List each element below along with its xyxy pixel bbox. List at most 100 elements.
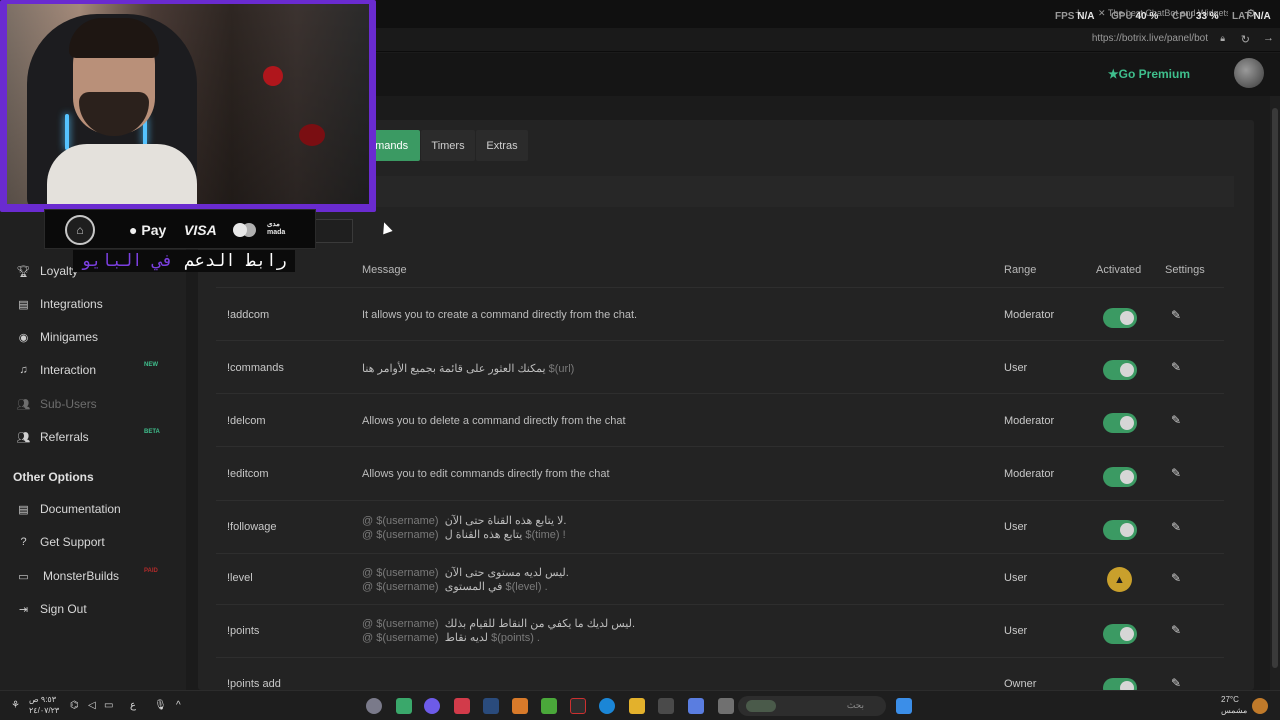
webcam-video (7, 4, 369, 204)
table-row: !points add Owner ✎ (216, 658, 1224, 690)
command-name: !points add (227, 678, 281, 690)
edit-icon[interactable]: ✎ (1171, 466, 1181, 480)
sidebar-item-referrals[interactable]: 👥︎ Referrals (17, 430, 89, 444)
search-highlight-icon (746, 700, 776, 712)
star-icon: ★ (1107, 67, 1119, 81)
gpu-readout: GPU 40 % (1111, 11, 1159, 22)
sidebar-item-sign-out[interactable]: ⇥ Sign Out (17, 602, 87, 616)
scrollbar[interactable] (1270, 96, 1280, 690)
users-icon: 👥︎ (16, 398, 31, 411)
go-premium-button[interactable]: ★Go Premium (1108, 67, 1190, 81)
command-name: !editcom (227, 468, 269, 480)
command-range: Moderator (1004, 468, 1055, 480)
edit-icon[interactable]: ✎ (1171, 623, 1181, 637)
start-icon[interactable] (896, 698, 912, 714)
visa-logo: VISA (184, 222, 217, 238)
command-message: Allows you to delete a command directly … (362, 415, 626, 427)
trophy-icon: 🏆︎ (16, 265, 31, 278)
close-icon[interactable]: ✕ (1098, 8, 1108, 18)
clock-date[interactable]: ٢٤/٠٧/٢٣ (29, 706, 59, 715)
command-range: User (1004, 625, 1028, 637)
microphone-icon[interactable]: 🎙︎ (154, 700, 167, 711)
rose-decoration (263, 66, 283, 86)
activated-toggle[interactable] (1103, 678, 1137, 690)
edge-icon[interactable] (599, 698, 615, 714)
sidebar-item-monsterbuilds[interactable]: ▭ MonsterBuilds (17, 569, 119, 583)
command-name: !commands (227, 362, 284, 374)
sidebar-item-interaction[interactable]: ♫ Interaction (17, 363, 96, 377)
rose-decoration (299, 124, 325, 146)
column-header-settings: Settings (1165, 264, 1205, 276)
discord-icon[interactable] (424, 698, 440, 714)
scrollbar-thumb[interactable] (1272, 108, 1278, 668)
activated-toggle[interactable] (1103, 520, 1137, 540)
task-view-icon[interactable] (718, 698, 734, 714)
integrations-icon: ▤ (18, 298, 29, 311)
music-icon: ♫ (19, 364, 28, 376)
edit-icon[interactable]: ✎ (1171, 360, 1181, 374)
sidebar-item-minigames[interactable]: ◉ Minigames (17, 330, 98, 344)
table-row: !points @ $(username) ليس لديك ما يكفي م… (216, 605, 1224, 658)
url-text[interactable]: https://botrix.live/panel/bot (1092, 33, 1208, 44)
activated-toggle[interactable] (1103, 360, 1137, 380)
activated-toggle[interactable] (1103, 308, 1137, 328)
donation-logo-icon: ⌂ (65, 215, 95, 245)
copilot-icon[interactable] (688, 698, 704, 714)
sidebar-item-integrations[interactable]: ▤ Integrations (17, 297, 102, 311)
streamer-hair (69, 18, 159, 58)
settings-app-icon[interactable] (366, 698, 382, 714)
tab-timers[interactable]: Timers (421, 130, 475, 161)
forward-icon[interactable]: → (1263, 32, 1274, 44)
language-icon[interactable]: ع (130, 700, 136, 711)
command-range: User (1004, 521, 1028, 533)
edit-icon[interactable]: ✎ (1171, 571, 1181, 585)
network-icon[interactable]: ⌬ (70, 700, 79, 711)
activated-toggle[interactable] (1103, 413, 1137, 433)
chevron-up-icon[interactable]: ^ (176, 700, 181, 711)
clock-time[interactable]: ٩:٥٣ ص (29, 695, 56, 704)
chair-light (65, 114, 69, 150)
activated-toggle[interactable] (1103, 624, 1137, 644)
reload-icon[interactable]: ↻ (1241, 33, 1250, 46)
edit-icon[interactable]: ✎ (1171, 676, 1181, 690)
edit-icon[interactable]: ✎ (1171, 308, 1181, 322)
sidebar-item-documentation[interactable]: ▤ Documentation (17, 502, 120, 516)
mastercard-icon (233, 223, 257, 237)
sign-out-icon: ⇥ (18, 603, 29, 616)
command-name: !delcom (227, 415, 266, 427)
help-icon: ? (20, 536, 27, 548)
beta-badge: BETA (144, 429, 160, 435)
command-name: !addcom (227, 309, 270, 321)
app-icon[interactable] (512, 698, 528, 714)
activated-toggle[interactable] (1103, 467, 1137, 487)
command-range: User (1004, 572, 1028, 584)
steam-icon[interactable] (483, 698, 499, 714)
app-icon[interactable] (396, 698, 412, 714)
taskbar-search-input[interactable]: بحث (738, 696, 886, 716)
laptop-icon: ▭ (18, 570, 29, 583)
store-icon[interactable] (658, 698, 674, 714)
warning-icon[interactable]: ▲ (1107, 567, 1132, 592)
lock-icon: 🔒︎ (1220, 33, 1225, 43)
column-header-range: Range (1004, 264, 1037, 276)
sidebar-item-sub-users[interactable]: 👥︎ Sub-Users (17, 397, 97, 411)
fps-readout: FPS N/A (1055, 11, 1095, 22)
volume-icon[interactable]: ◁ (88, 700, 96, 711)
file-explorer-icon[interactable] (629, 698, 645, 714)
paid-badge: PAID (144, 568, 158, 574)
edit-icon[interactable]: ✎ (1171, 413, 1181, 427)
avatar[interactable] (1234, 58, 1264, 88)
youtube-icon[interactable] (570, 698, 586, 714)
sidebar-item-loyalty[interactable]: 🏆︎ Loyalty (16, 264, 79, 278)
app-icon[interactable] (454, 698, 470, 714)
tab-extras[interactable]: Extras (476, 130, 528, 161)
command-message-line-1: @ $(username) ليس لديك ما يكفي من النقاط… (362, 618, 636, 630)
battery-icon[interactable]: ▭ (104, 700, 113, 711)
edit-icon[interactable]: ✎ (1171, 520, 1181, 534)
taskbar: 27°C مشمس ٩:٥٣ ص ٢٤/٠٧/٢٣ ⚘ ⌬ ◁ ▭ ع 🎙︎ ^… (0, 690, 1280, 720)
weather-icon[interactable] (1252, 698, 1268, 714)
sidebar-item-get-support[interactable]: ? Get Support (17, 535, 104, 549)
notification-icon[interactable]: ⚘ (11, 700, 20, 711)
command-range: Moderator (1004, 309, 1055, 321)
xbox-icon[interactable] (541, 698, 557, 714)
